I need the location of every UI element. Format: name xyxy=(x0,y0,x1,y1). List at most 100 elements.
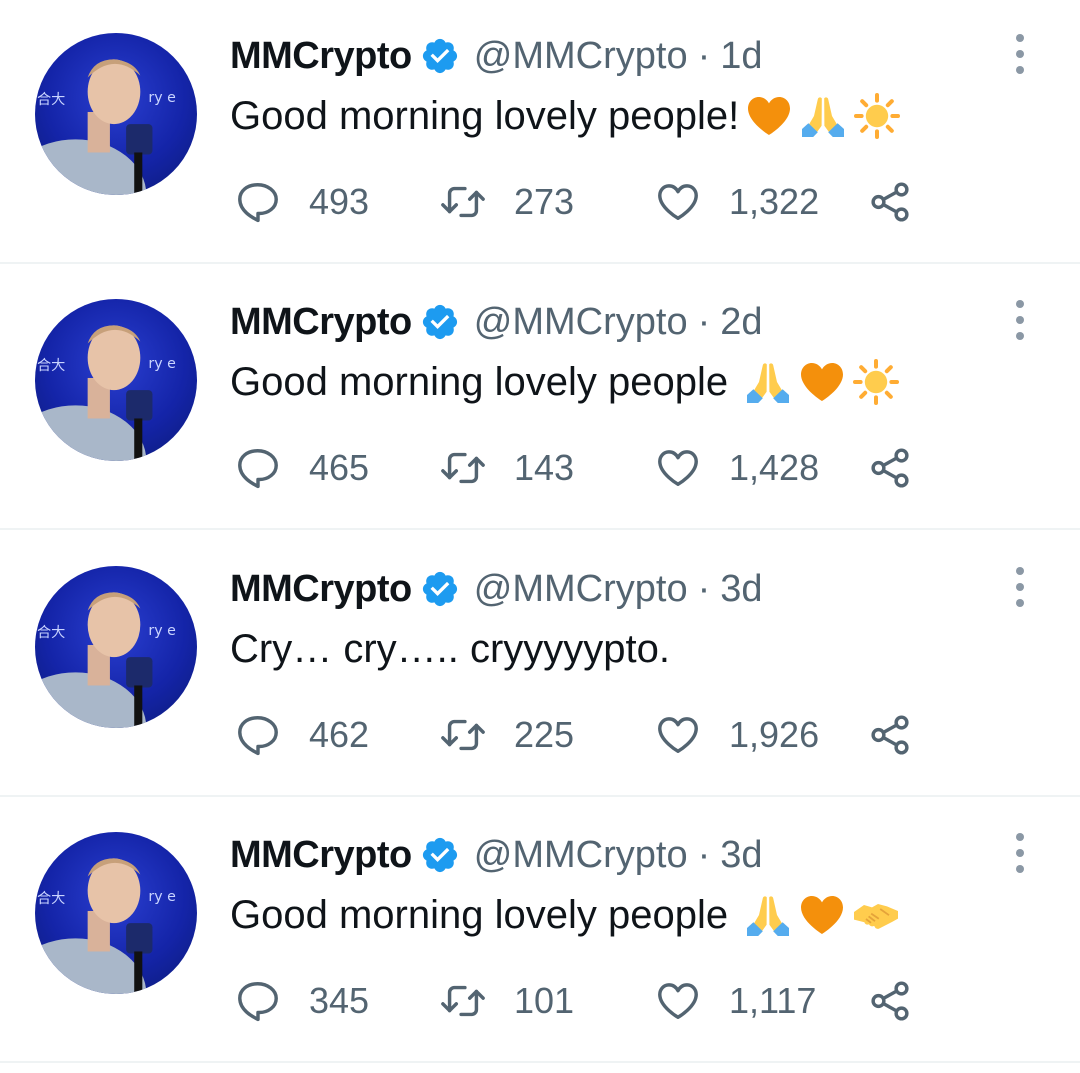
tweet-actions: 465 143 1,428 xyxy=(235,443,935,493)
tweet-text: Good morning lovely people! xyxy=(230,88,901,144)
retweet-button[interactable]: 101 xyxy=(440,976,574,1026)
divider xyxy=(0,1061,1080,1063)
avatar[interactable]: 合大 ry e xyxy=(35,566,197,728)
like-icon xyxy=(655,978,701,1024)
reply-count: 345 xyxy=(309,980,370,1021)
share-button[interactable] xyxy=(867,976,913,1026)
svg-text:合大: 合大 xyxy=(37,625,65,641)
folded-hands-icon xyxy=(744,358,792,406)
like-button[interactable]: 1,117 xyxy=(655,976,816,1026)
retweet-button[interactable]: 273 xyxy=(440,177,574,227)
tweet[interactable]: 合大 ry e MMCrypto @MMCrypto · 3d Good mor… xyxy=(0,799,1080,1065)
separator: · xyxy=(697,567,711,610)
display-name[interactable]: MMCrypto xyxy=(230,568,412,611)
reply-icon xyxy=(235,445,281,491)
divider xyxy=(0,528,1080,530)
reply-button[interactable]: 462 xyxy=(235,710,369,760)
share-icon xyxy=(867,712,913,758)
tweet-actions: 462 225 1,926 xyxy=(235,710,935,760)
display-name[interactable]: MMCrypto xyxy=(230,301,412,344)
verified-badge-icon xyxy=(420,302,460,342)
like-count: 1,428 xyxy=(729,447,820,488)
like-count: 1,926 xyxy=(729,714,820,755)
svg-text:ry e: ry e xyxy=(148,623,175,639)
timestamp[interactable]: 2d xyxy=(720,301,762,344)
reply-button[interactable]: 465 xyxy=(235,443,369,493)
reply-button[interactable]: 493 xyxy=(235,177,369,227)
retweet-icon xyxy=(440,712,486,758)
avatar[interactable]: 合大 ry e xyxy=(35,832,197,994)
avatar[interactable]: 合大 ry e xyxy=(35,299,197,461)
share-button[interactable] xyxy=(867,710,913,760)
reply-icon xyxy=(235,712,281,758)
retweet-count: 143 xyxy=(514,447,575,488)
tweet[interactable]: 合大 ry e MMCrypto @MMCrypto · 3d Cry… cry… xyxy=(0,533,1080,799)
tweet[interactable]: 合大 ry e MMCrypto @MMCrypto · 2d Good mor… xyxy=(0,266,1080,532)
svg-text:ry e: ry e xyxy=(148,90,175,106)
display-name[interactable]: MMCrypto xyxy=(230,35,412,78)
like-icon xyxy=(655,445,701,491)
more-options-icon[interactable] xyxy=(1008,833,1032,873)
handshake-icon xyxy=(852,891,900,939)
tweet-text-content: Good morning lovely people! xyxy=(230,94,740,138)
username[interactable]: @MMCrypto xyxy=(474,834,688,877)
display-name[interactable]: MMCrypto xyxy=(230,834,412,877)
folded-hands-icon xyxy=(744,891,792,939)
svg-text:合大: 合大 xyxy=(37,358,65,374)
divider xyxy=(0,262,1080,264)
share-icon xyxy=(867,179,913,225)
folded-hands-icon xyxy=(799,92,847,140)
more-options-icon[interactable] xyxy=(1008,300,1032,340)
retweet-count: 225 xyxy=(514,714,575,755)
share-icon xyxy=(867,445,913,491)
avatar-photo: 合大 ry e xyxy=(35,59,176,195)
retweet-button[interactable]: 225 xyxy=(440,710,574,760)
tweet-text-content: Good morning lovely people xyxy=(230,360,729,404)
like-button[interactable]: 1,428 xyxy=(655,443,819,493)
tweet-text: Good morning lovely people xyxy=(230,354,900,410)
sun-icon xyxy=(853,92,901,140)
share-button[interactable] xyxy=(867,443,913,493)
separator: · xyxy=(697,300,711,343)
reply-icon xyxy=(235,179,281,225)
reply-icon xyxy=(235,978,281,1024)
username[interactable]: @MMCrypto xyxy=(474,568,688,611)
like-count: 1,117 xyxy=(729,980,817,1021)
reply-count: 462 xyxy=(309,714,370,755)
verified-badge-icon xyxy=(420,835,460,875)
username[interactable]: @MMCrypto xyxy=(474,301,688,344)
svg-text:ry e: ry e xyxy=(148,356,175,372)
more-options-icon[interactable] xyxy=(1008,567,1032,607)
username[interactable]: @MMCrypto xyxy=(474,35,688,78)
retweet-icon xyxy=(440,179,486,225)
tweet-text-content: Cry… cry….. cryyyyypto. xyxy=(230,627,671,671)
timestamp[interactable]: 3d xyxy=(720,834,762,877)
like-button[interactable]: 1,926 xyxy=(655,710,819,760)
timestamp[interactable]: 3d xyxy=(720,568,762,611)
orange-heart-icon xyxy=(798,358,846,406)
timestamp[interactable]: 1d xyxy=(720,35,762,78)
retweet-button[interactable]: 143 xyxy=(440,443,574,493)
like-count: 1,322 xyxy=(729,181,820,222)
separator: · xyxy=(697,833,711,876)
orange-heart-icon xyxy=(798,891,846,939)
tweet-text-content: Good morning lovely people xyxy=(230,893,729,937)
like-icon xyxy=(655,179,701,225)
sun-icon xyxy=(852,358,900,406)
avatar[interactable]: 合大 ry e xyxy=(35,33,197,195)
verified-badge-icon xyxy=(420,569,460,609)
more-options-icon[interactable] xyxy=(1008,34,1032,74)
like-button[interactable]: 1,322 xyxy=(655,177,819,227)
avatar-photo: 合大 ry e xyxy=(35,858,176,994)
tweet-actions: 493 273 1,322 xyxy=(235,177,935,227)
share-icon xyxy=(867,978,913,1024)
retweet-icon xyxy=(440,978,486,1024)
tweet[interactable]: 合大 ry e MMCrypto @MMCrypto · 1d Good mor… xyxy=(0,0,1080,266)
tweet-actions: 345 101 1,117 xyxy=(235,976,935,1026)
share-button[interactable] xyxy=(867,177,913,227)
reply-count: 493 xyxy=(309,181,370,222)
reply-button[interactable]: 345 xyxy=(235,976,369,1026)
like-icon xyxy=(655,712,701,758)
svg-text:合大: 合大 xyxy=(37,92,65,108)
retweet-count: 273 xyxy=(514,181,575,222)
